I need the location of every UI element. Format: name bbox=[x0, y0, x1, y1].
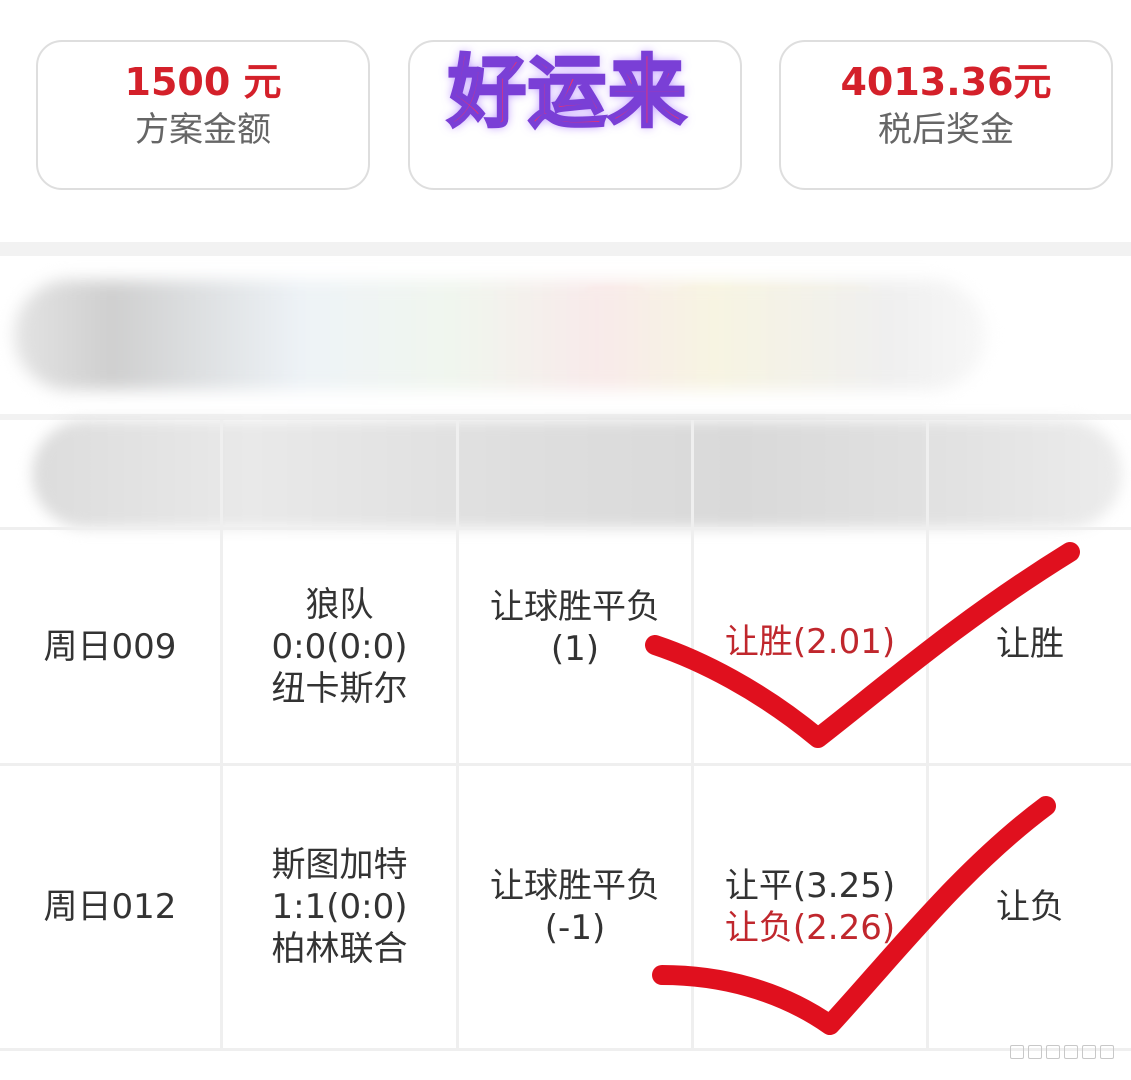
pick-option: 让负(2.26) bbox=[724, 908, 896, 948]
row-divider bbox=[0, 1048, 1131, 1051]
match-score: 0:0(0:0) bbox=[271, 626, 408, 667]
play-type-cell: 让球胜平负 (1) bbox=[459, 530, 691, 726]
away-team: 纽卡斯尔 bbox=[271, 668, 408, 709]
section-divider bbox=[0, 242, 1131, 256]
match-cell: 狼队 0:0(0:0) 纽卡斯尔 bbox=[223, 530, 456, 763]
plan-amount-value: 1500 元 bbox=[124, 60, 282, 104]
after-tax-prize-value: 4013.36元 bbox=[840, 60, 1052, 104]
handicap: (-1) bbox=[544, 908, 606, 948]
home-team: 斯图加特 bbox=[271, 845, 408, 885]
blurred-toolbar bbox=[14, 280, 986, 390]
away-team: 柏林联合 bbox=[271, 929, 408, 969]
match-result: 让胜 bbox=[996, 624, 1064, 664]
watermark bbox=[1010, 1044, 1122, 1060]
match-score: 1:1(0:0) bbox=[271, 887, 408, 927]
home-team: 狼队 bbox=[305, 584, 374, 625]
result-cell: 让负 bbox=[929, 766, 1131, 1048]
match-id: 周日012 bbox=[43, 887, 177, 927]
table-row: 周日012 bbox=[0, 766, 220, 1048]
plan-amount-label: 方案金额 bbox=[135, 110, 271, 150]
play-type: 让球胜平负 bbox=[490, 866, 660, 906]
play-type-cell: 让球胜平负 (-1) bbox=[459, 766, 691, 1048]
pick-cell: 让胜(2.01) bbox=[694, 530, 926, 754]
match-id: 周日009 bbox=[43, 626, 177, 667]
pick-cell: 让平(3.25) 让负(2.26) bbox=[694, 766, 926, 1048]
lucky-stamp: 好运来 bbox=[446, 47, 688, 140]
plan-amount-card: 1500 元 方案金额 bbox=[36, 40, 370, 190]
result-cell: 让胜 bbox=[929, 530, 1131, 758]
after-tax-prize-label: 税后奖金 bbox=[878, 110, 1014, 150]
pick-option: 让平(3.25) bbox=[724, 866, 896, 906]
play-type: 让球胜平负 bbox=[490, 587, 660, 627]
table-row: 周日009 bbox=[0, 530, 220, 763]
blurred-table-header bbox=[32, 420, 1122, 528]
match-cell: 斯图加特 1:1(0:0) 柏林联合 bbox=[223, 766, 456, 1048]
handicap: (1) bbox=[550, 629, 600, 669]
after-tax-prize-card: 4013.36元 税后奖金 bbox=[779, 40, 1113, 190]
match-result: 让负 bbox=[996, 887, 1064, 927]
pick-option: 让胜(2.01) bbox=[724, 622, 896, 662]
